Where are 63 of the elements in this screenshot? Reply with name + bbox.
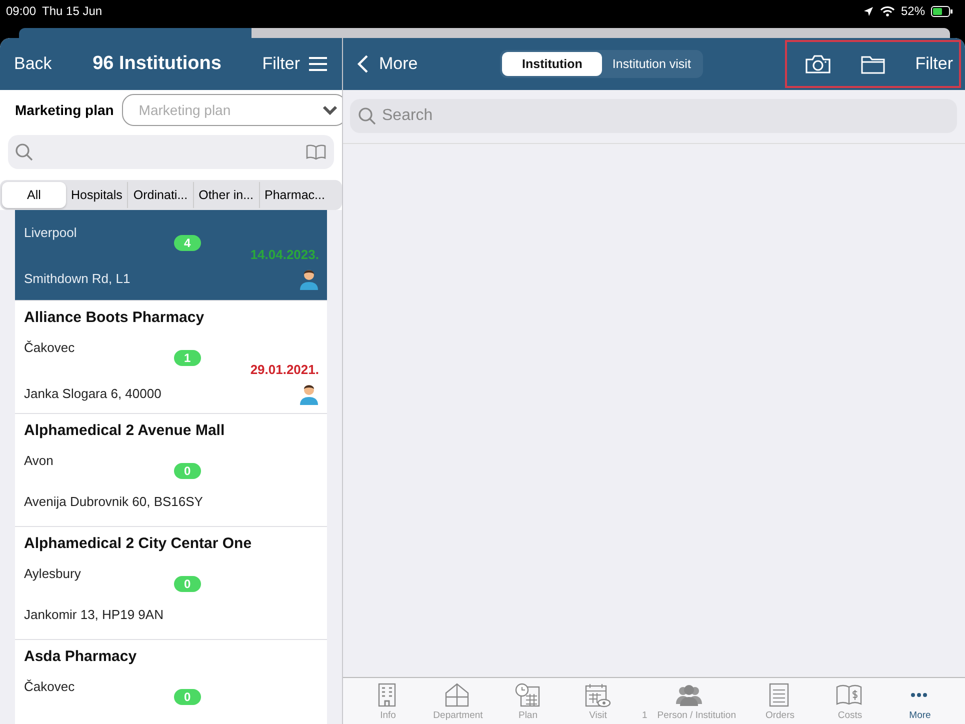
- filter-tab[interactable]: Other in...: [192, 182, 258, 208]
- city-text: Čakovec: [24, 679, 76, 694]
- back-link[interactable]: Back: [14, 54, 52, 74]
- address-text: Smithdown Rd, L1: [24, 270, 132, 288]
- search-field[interactable]: [8, 135, 334, 169]
- search-field[interactable]: Search: [350, 99, 957, 133]
- battery-icon: [931, 6, 953, 16]
- dropdown-input[interactable]: Marketing plan: [136, 100, 322, 118]
- institution-name: Asda Pharmacy: [24, 648, 138, 665]
- wifi-icon: [880, 6, 895, 16]
- field-label: Marketing plan: [15, 102, 114, 118]
- status-time: 09:00: [6, 4, 36, 18]
- count-badge: 1: [174, 350, 201, 366]
- institution-name: Alphamedical 2 Avenue Mall: [24, 422, 226, 439]
- institution-row[interactable]: Alphamedical 2 City Centar One Aylesbury Jankomir 13, HP19 9AN 0: [15, 527, 327, 640]
- institution-row[interactable]: Alphamedical 2 Avenue Mall Avon Avenija Dubrovnik 60, BS16SY 0: [15, 414, 327, 527]
- count-text: 1: [642, 710, 648, 721]
- city-text: Čakovec: [24, 340, 76, 357]
- tab-bar-item[interactable]: More: [909, 710, 931, 721]
- chevron-left-icon: [357, 54, 369, 74]
- calendar-eye-icon[interactable]: [584, 682, 612, 708]
- calendar-clock-icon[interactable]: [514, 682, 542, 708]
- marketing-plan-dropdown[interactable]: Marketing plan: [122, 94, 342, 126]
- tab[interactable]: Institution visit: [602, 52, 701, 76]
- battery-percentage: 52%: [900, 4, 925, 18]
- institution-row[interactable]: Alliance Boots Pharmacy Čakovec Janka Slogara 6, 40000 1 29.01.2021.: [15, 301, 327, 414]
- count-badge: 0: [174, 463, 201, 479]
- search-input[interactable]: Search: [380, 106, 949, 126]
- filter-button[interactable]: Filter: [262, 54, 328, 74]
- institution-name: Alliance Boots Pharmacy: [24, 309, 206, 326]
- address-text: Janka Slogara 6, 40000: [24, 386, 162, 403]
- menu-icon: [308, 56, 328, 72]
- institution-row[interactable]: Asda Pharmacy Čakovec 0: [15, 640, 327, 724]
- search-icon: [358, 107, 376, 125]
- filter-button[interactable]: Filter: [915, 54, 953, 74]
- nav-title: 96 Institutions: [92, 53, 222, 75]
- people-icon[interactable]: [675, 682, 703, 708]
- filter-tab[interactable]: Ordinati...: [127, 182, 193, 208]
- book-dollar-icon[interactable]: [836, 682, 864, 708]
- location-icon: [862, 6, 874, 16]
- status-date: Thu 15 Jun: [42, 4, 102, 18]
- date-text: 29.01.2021.: [250, 362, 319, 377]
- search-icon: [15, 143, 33, 161]
- book-icon: [306, 144, 326, 160]
- address-text: Avenija Dubrovnik 60, BS16SY: [24, 494, 204, 509]
- city-text: Liverpool: [24, 225, 78, 242]
- count-badge: 0: [174, 689, 201, 705]
- date-text: 14.04.2023.: [250, 247, 319, 262]
- folder-icon[interactable]: [861, 54, 886, 74]
- institution-name: Alphamedical 2 City Centar One: [24, 535, 253, 552]
- chevron-down-icon: [322, 104, 338, 114]
- back-link[interactable]: More: [357, 54, 418, 74]
- address-text: Jankomir 13, HP19 9AN: [24, 607, 164, 622]
- institution-row[interactable]: Liverpool Smithdown Rd, L1 4 14.04.2023.: [15, 210, 327, 301]
- count-badge: 4: [174, 235, 201, 251]
- filter-tab[interactable]: Hospitals: [66, 182, 128, 208]
- camera-icon[interactable]: [805, 54, 832, 74]
- filter-tab[interactable]: Pharmac...: [258, 182, 330, 208]
- count-badge: 0: [174, 576, 201, 592]
- city-text: Aylesbury: [24, 566, 82, 581]
- tab[interactable]: Institution: [502, 52, 602, 76]
- filter-tab[interactable]: All: [2, 182, 66, 208]
- city-text: Avon: [24, 453, 54, 468]
